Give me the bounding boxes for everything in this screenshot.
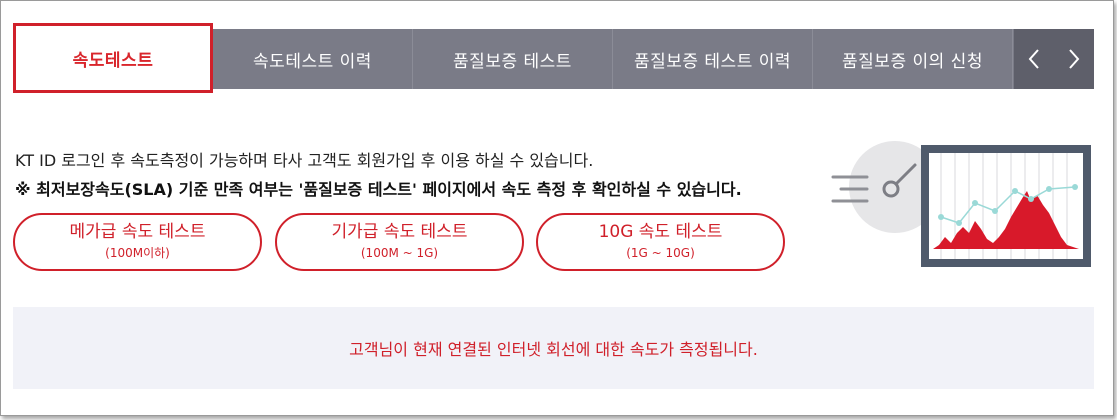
- banner-text: 고객님이 현재 연결된 인터넷 회선에 대한 속도가 측정됩니다.: [349, 340, 758, 359]
- prev-tab-button[interactable]: [1014, 29, 1054, 89]
- next-tab-button[interactable]: [1054, 29, 1094, 89]
- info-login-notice: KT ID 로그인 후 속도측정이 가능하며 타사 고객도 회원가입 후 이용 …: [15, 151, 594, 170]
- measurement-notice-banner: 고객님이 현재 연결된 인터넷 회선에 대한 속도가 측정됩니다.: [13, 307, 1094, 389]
- tab-quality-objection[interactable]: 품질보증 이의 신청: [813, 29, 1013, 89]
- tab-speed-test[interactable]: 속도테스트: [13, 23, 213, 93]
- test-range: (100M ~ 1G): [360, 246, 439, 260]
- 10g-speed-test-button[interactable]: 10G 속도 테스트 (1G ~ 10G): [536, 213, 785, 271]
- test-range: (100M이하): [105, 246, 170, 260]
- mega-speed-test-button[interactable]: 메가급 속도 테스트 (100M이하): [13, 213, 262, 271]
- info-sla-notice: ※ 최저보장속도(SLA) 기준 만족 여부는 '품질보증 테스트' 페이지에서…: [15, 180, 742, 199]
- page-frame: 속도테스트 속도테스트 이력 품질보증 테스트 품질보증 테스트 이력 품질보증…: [0, 0, 1114, 416]
- chevron-left-icon: [1028, 49, 1039, 69]
- tab-quality-test[interactable]: 품질보증 테스트: [413, 29, 613, 89]
- tab-bar: 속도테스트 속도테스트 이력 품질보증 테스트 품질보증 테스트 이력 품질보증…: [13, 23, 1094, 93]
- chevron-right-icon: [1069, 49, 1080, 69]
- test-title: 기가급 속도 테스트: [331, 222, 468, 242]
- speed-graph-illustration: [831, 141, 1091, 267]
- giga-speed-test-button[interactable]: 기가급 속도 테스트 (100M ~ 1G): [275, 213, 524, 271]
- test-title: 10G 속도 테스트: [598, 222, 723, 242]
- test-title: 메가급 속도 테스트: [69, 222, 206, 242]
- test-range: (1G ~ 10G): [626, 246, 695, 260]
- tab-speed-test-history[interactable]: 속도테스트 이력: [213, 29, 413, 89]
- tab-quality-test-history[interactable]: 품질보증 테스트 이력: [613, 29, 813, 89]
